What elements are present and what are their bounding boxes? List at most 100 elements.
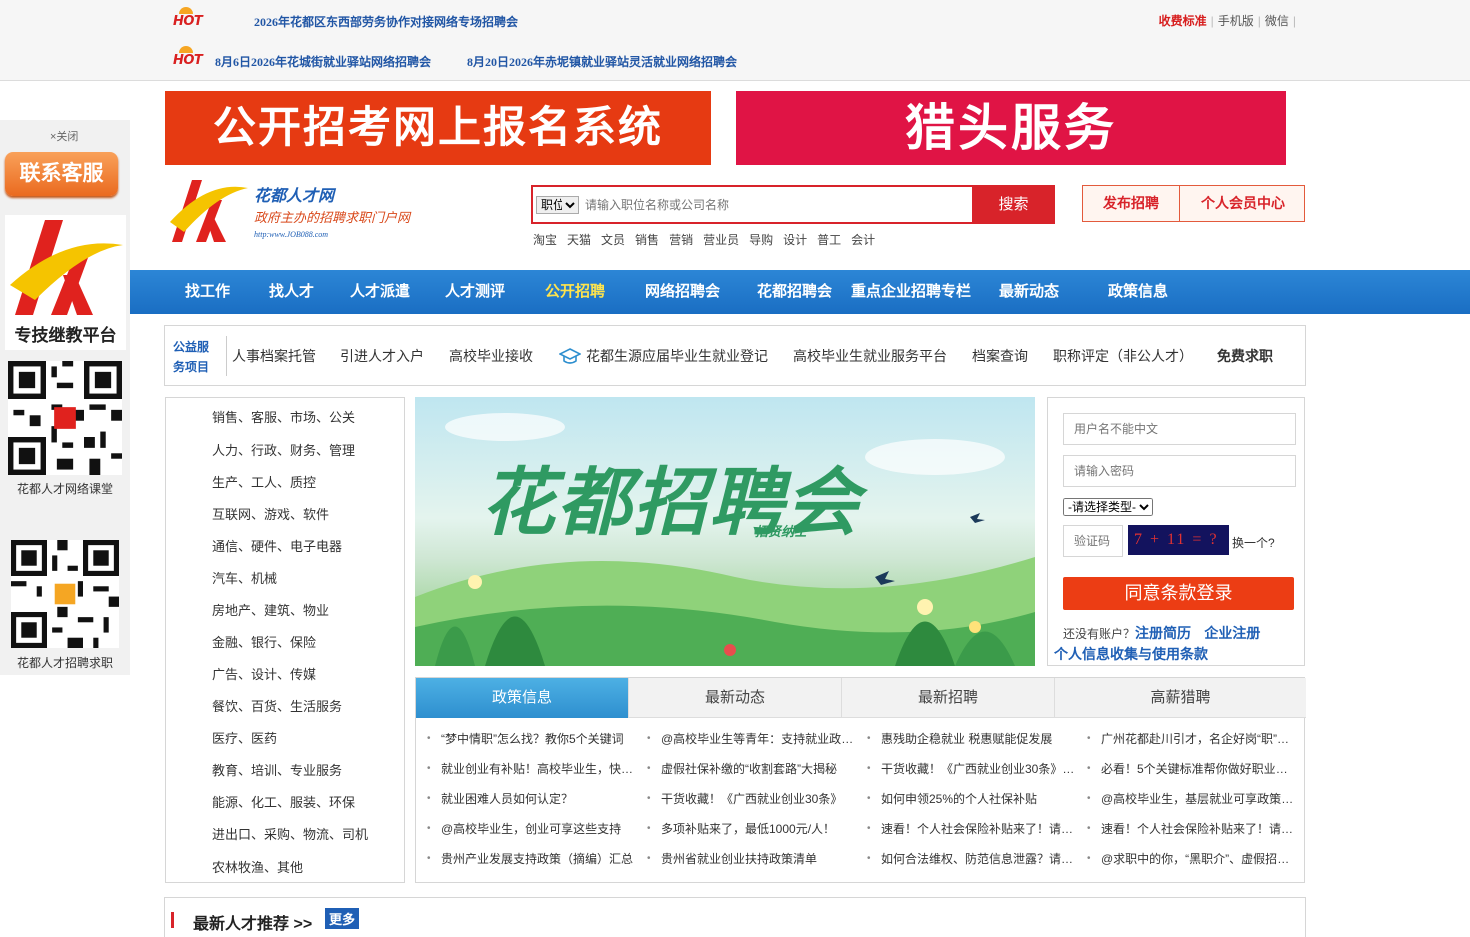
search-type-select[interactable]: 职位 bbox=[536, 196, 579, 214]
register-row: 还没有账户？注册简历 企业注册 bbox=[1063, 623, 1260, 643]
news-item[interactable]: 干货收藏！《广西就业创业30条》解读 bbox=[867, 759, 1077, 789]
category-item[interactable]: 金融、银行、保险 bbox=[212, 632, 316, 651]
hotword-link[interactable]: 设计 bbox=[783, 233, 807, 247]
login-button[interactable]: 同意条款登录 bbox=[1063, 577, 1294, 610]
user-type-select[interactable]: -请选择类型- bbox=[1063, 498, 1153, 516]
category-item[interactable]: 生产、工人、质控 bbox=[212, 472, 316, 491]
news-item[interactable]: 速看！个人社会保险补贴来了！请查收 bbox=[1087, 819, 1297, 849]
nav-latest-news[interactable]: 最新动态 bbox=[999, 270, 1059, 314]
top-news-link-3[interactable]: 8月20日2026年赤坭镇就业驿站灵活就业网络招聘会 bbox=[467, 53, 737, 70]
news-item[interactable]: @高校毕业生等青年：支持就业政策看这里 bbox=[647, 729, 857, 759]
nav-online-fair[interactable]: 网络招聘会 bbox=[645, 270, 720, 314]
hotword-link[interactable]: 销售 bbox=[635, 233, 659, 247]
register-resume-link[interactable]: 注册简历 bbox=[1135, 625, 1191, 641]
nav-public-recruit[interactable]: 公开招聘 bbox=[545, 270, 605, 314]
tab-latest-jobs[interactable]: 最新招聘 bbox=[842, 678, 1055, 718]
nav-find-talent[interactable]: 找人才 bbox=[269, 270, 314, 314]
hotword-link[interactable]: 营业员 bbox=[703, 233, 739, 247]
wechat-link[interactable]: 微信 bbox=[1265, 14, 1289, 28]
category-item[interactable]: 通信、硬件、电子电器 bbox=[212, 536, 342, 555]
nav-find-job[interactable]: 找工作 bbox=[185, 270, 230, 314]
service-archive[interactable]: 人事档案托管 bbox=[232, 346, 316, 366]
graduation-cap-icon bbox=[559, 348, 581, 364]
captcha-refresh-link[interactable]: 换一个? bbox=[1232, 534, 1275, 551]
category-item[interactable]: 人力、行政、财务、管理 bbox=[212, 440, 355, 459]
category-item[interactable]: 农林牧渔、其他 bbox=[212, 857, 303, 876]
news-item[interactable]: 多项补贴来了，最低1000元/人！ bbox=[647, 819, 857, 849]
exam-registration-banner[interactable]: 公开招考网上报名系统 bbox=[165, 91, 711, 165]
register-company-link[interactable]: 企业注册 bbox=[1204, 625, 1260, 641]
hotword-link[interactable]: 会计 bbox=[851, 233, 875, 247]
news-item[interactable]: 干货收藏！《广西就业创业30条》 bbox=[647, 789, 857, 819]
service-household[interactable]: 引进人才入户 bbox=[340, 346, 424, 366]
tab-latest-news[interactable]: 最新动态 bbox=[629, 678, 842, 718]
logo-slogan: 政府主办的招聘求职门户网 bbox=[254, 210, 411, 225]
category-item[interactable]: 医疗、医药 bbox=[212, 728, 277, 747]
nav-key-enterprise[interactable]: 重点企业招聘专栏 bbox=[851, 270, 971, 314]
hotword-link[interactable]: 普工 bbox=[817, 233, 841, 247]
category-item[interactable]: 广告、设计、传媒 bbox=[212, 664, 316, 683]
category-item[interactable]: 销售、客服、市场、公关 bbox=[212, 407, 355, 426]
edu-platform-banner[interactable]: 专技继教平台 bbox=[5, 215, 126, 350]
news-item[interactable]: 贵州省就业创业扶持政策清单 bbox=[647, 849, 857, 879]
headhunter-banner[interactable]: 猎头服务 bbox=[736, 91, 1286, 165]
news-item[interactable]: 就业创业有补贴！高校毕业生，快来看 bbox=[427, 759, 637, 789]
hero-banner[interactable]: 花都招聘会 招贤纳士 bbox=[415, 397, 1035, 666]
hotword-link[interactable]: 淘宝 bbox=[533, 233, 557, 247]
news-item[interactable]: 如何合法维权、防范信息泄露？请看这里 bbox=[867, 849, 1077, 879]
username-input[interactable] bbox=[1063, 413, 1296, 445]
news-item[interactable]: @高校毕业生，基层就业可享政策支持 bbox=[1087, 789, 1297, 819]
privacy-terms-link[interactable]: 个人信息收集与使用条款 bbox=[1054, 644, 1208, 664]
fees-link[interactable]: 收费标准 bbox=[1159, 14, 1207, 28]
news-item[interactable]: 广州花都赴川引才，名企好岗“职”等你来 bbox=[1087, 729, 1297, 759]
post-job-button[interactable]: 发布招聘 bbox=[1083, 186, 1180, 221]
nav-assessment[interactable]: 人才测评 bbox=[445, 270, 505, 314]
news-item[interactable]: @求职中的你，“黑职介”、虚假招聘要当心 bbox=[1087, 849, 1297, 879]
top-news-link-2[interactable]: 8月6日2026年花城街就业驿站网络招聘会 bbox=[215, 53, 431, 70]
search-button[interactable]: 搜索 bbox=[972, 185, 1055, 224]
contact-service-button[interactable]: 联系客服 bbox=[5, 152, 118, 196]
hot-badge-icon: HOT bbox=[173, 46, 203, 68]
news-item[interactable]: 贵州产业发展支持政策（摘编）汇总 bbox=[427, 849, 637, 879]
top-news-link-1[interactable]: 2026年花都区东西部劳务协作对接网络专场招聘会 bbox=[254, 13, 518, 30]
news-item[interactable]: 必看！5个关键标准帮你做好职业选择 bbox=[1087, 759, 1297, 789]
member-center-button[interactable]: 个人会员中心 bbox=[1181, 186, 1305, 221]
hotword-link[interactable]: 文员 bbox=[601, 233, 625, 247]
service-grad-platform[interactable]: 高校毕业生就业服务平台 bbox=[793, 346, 947, 366]
service-archive-query[interactable]: 档案查询 bbox=[972, 346, 1028, 366]
news-item[interactable]: 如何申领25%的个人社保补贴 bbox=[867, 789, 1077, 819]
float-close-button[interactable]: ×关闭 bbox=[50, 128, 78, 144]
news-item[interactable]: 就业困难人员如何认定？ bbox=[427, 789, 637, 819]
news-item[interactable]: @高校毕业生，创业可享这些支持 bbox=[427, 819, 637, 849]
hotword-link[interactable]: 天猫 bbox=[567, 233, 591, 247]
hotword-link[interactable]: 营销 bbox=[669, 233, 693, 247]
category-item[interactable]: 教育、培训、专业服务 bbox=[212, 760, 342, 779]
search-input[interactable] bbox=[585, 193, 965, 217]
nav-huadu-fair[interactable]: 花都招聘会 bbox=[757, 270, 832, 314]
tab-headhunting[interactable]: 高薪猎聘 bbox=[1055, 678, 1306, 718]
captcha-input[interactable] bbox=[1063, 525, 1123, 557]
news-item[interactable]: 惠残助企稳就业 税惠赋能促发展 bbox=[867, 729, 1077, 759]
service-title-evaluation[interactable]: 职称评定（非公人才） bbox=[1053, 346, 1193, 366]
news-item[interactable]: 速看！个人社会保险补贴来了！请查收 bbox=[867, 819, 1077, 849]
service-free-job[interactable]: 免费求职 bbox=[1217, 346, 1273, 366]
hotword-link[interactable]: 导购 bbox=[749, 233, 773, 247]
category-item[interactable]: 餐饮、百货、生活服务 bbox=[212, 696, 342, 715]
category-item[interactable]: 汽车、机械 bbox=[212, 568, 277, 587]
nav-dispatch[interactable]: 人才派遣 bbox=[350, 270, 410, 314]
category-item[interactable]: 能源、化工、服装、环保 bbox=[212, 792, 355, 811]
category-item[interactable]: 房地产、建筑、物业 bbox=[212, 600, 329, 619]
service-grad-registration[interactable]: 花都生源应届毕业生就业登记 bbox=[586, 346, 768, 366]
captcha-image[interactable]: 7 + 11 = ? bbox=[1128, 525, 1229, 555]
category-item[interactable]: 互联网、游戏、软件 bbox=[212, 504, 329, 523]
nav-policy[interactable]: 政策信息 bbox=[1108, 270, 1168, 314]
more-button[interactable]: 更多 bbox=[325, 908, 360, 929]
news-item[interactable]: “梦中情职”怎么找？教你5个关键词 bbox=[427, 729, 637, 759]
mobile-link[interactable]: 手机版 bbox=[1218, 14, 1254, 28]
site-logo[interactable]: 花都人才网 政府主办的招聘求职门户网 http:www.JOB088.com bbox=[168, 174, 438, 246]
password-input[interactable] bbox=[1063, 455, 1296, 487]
category-item[interactable]: 进出口、采购、物流、司机 bbox=[212, 824, 368, 843]
news-item[interactable]: 虚假社保补缴的“收割套路”大揭秘 bbox=[647, 759, 857, 789]
tab-policy[interactable]: 政策信息 bbox=[416, 678, 629, 718]
service-graduate-receive[interactable]: 高校毕业接收 bbox=[449, 346, 533, 366]
